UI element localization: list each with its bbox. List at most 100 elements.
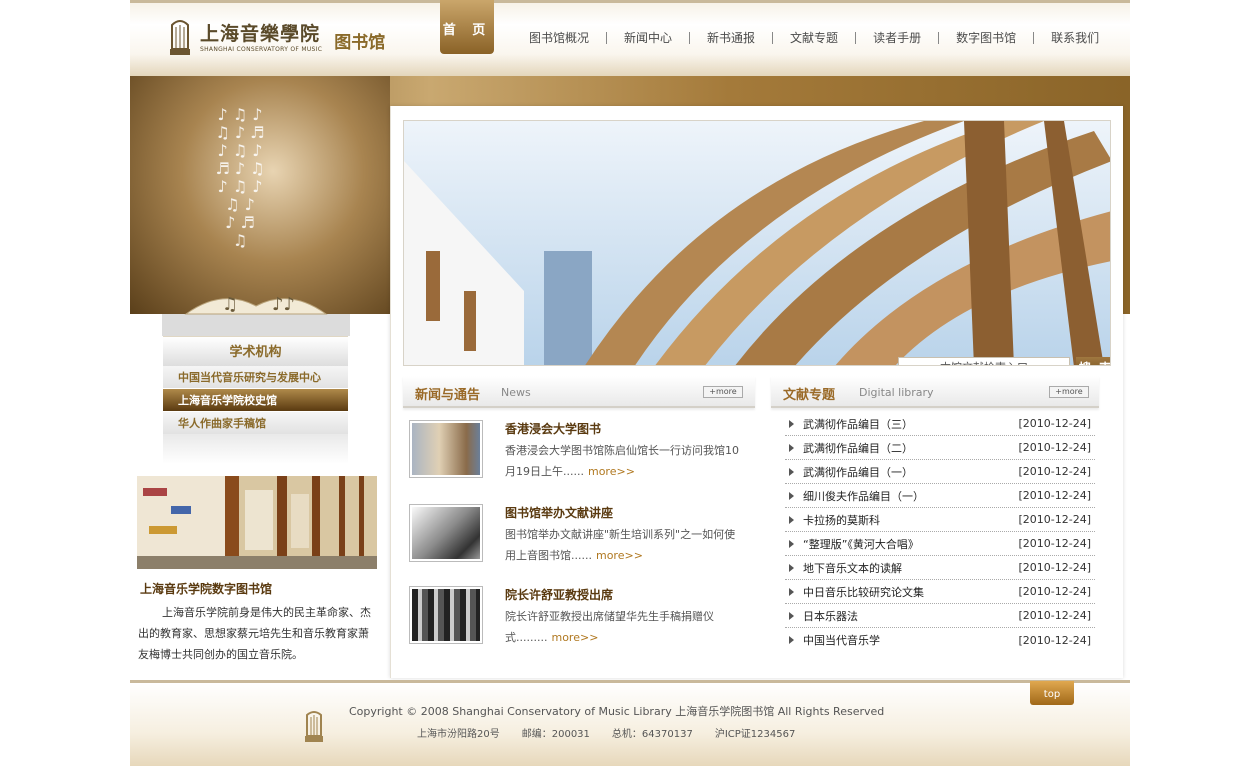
triangle-bullet-icon [789, 419, 794, 428]
side-item-history-museum[interactable]: 上海音乐学院校史馆 [163, 389, 348, 412]
docs-list: 武满彻作品编目（三） [2010-12-24] 武满彻作品编目（二） [2010-1… [785, 412, 1095, 652]
news-title[interactable]: 香港浸会大学图书 [505, 420, 601, 437]
docs-more-button[interactable]: +more [1049, 386, 1089, 398]
news-summary: 香港浸会大学图书馆陈启仙馆长一行访问我馆10月19日上午...... more>> [505, 440, 741, 482]
list-item[interactable]: 中国当代音乐学 [2010-12-24] [785, 628, 1095, 652]
nav-item-new-books[interactable]: 新书通报 [690, 29, 772, 46]
page-wrapper: 上海音樂學院 SHANGHAI CONSERVATORY OF MUSIC 图书… [130, 0, 1130, 766]
doc-title[interactable]: 中日音乐比较研究论文集 [803, 584, 1018, 600]
lyre-emblem-icon [305, 711, 323, 742]
doc-date: [2010-12-24] [1018, 513, 1091, 526]
triangle-bullet-icon [789, 636, 794, 644]
news-thumbnail[interactable] [409, 586, 483, 644]
list-item[interactable]: 武满彻作品编目（一） [2010-12-24] [785, 460, 1095, 484]
docs-section-title: 文献专题 [783, 388, 836, 403]
triangle-bullet-icon [789, 611, 794, 620]
news-item[interactable]: 香港浸会大学图书 香港浸会大学图书馆陈启仙馆长一行访问我馆10月19日上午...… [409, 420, 739, 482]
doc-title[interactable]: “整理版”《黄河大合唱》 [803, 536, 1018, 552]
header: 上海音樂學院 SHANGHAI CONSERVATORY OF MUSIC 图书… [130, 0, 1130, 76]
nav-item-topics[interactable]: 文献专题 [773, 29, 855, 46]
list-item[interactable]: 细川俊夫作品编目（一） [2010-12-24] [785, 484, 1095, 508]
nav-item-overview[interactable]: 图书馆概况 [512, 29, 606, 46]
violin-art-image: ♪ ♫ ♪ ♫ ♪ ♬ ♪ ♫ ♪ ♬ ♪ ♫ ♪ ♫ ♪ ♫ ♪ ♪ ♬ ♫ [130, 76, 390, 314]
digital-library-title[interactable]: 上海音乐学院数字图书馆 [140, 580, 272, 597]
list-item[interactable]: 日本乐器法 [2010-12-24] [785, 604, 1095, 628]
triangle-bullet-icon [789, 443, 794, 452]
phone-text: 总机：64370137 [611, 729, 693, 740]
bookshelf-image [137, 476, 377, 569]
triangle-bullet-icon [789, 539, 794, 548]
list-item[interactable]: 地下音乐文本的读解 [2010-12-24] [785, 556, 1095, 580]
doc-title[interactable]: 中国当代音乐学 [803, 632, 1018, 648]
library-building-photo [404, 121, 1110, 365]
address-line: 上海市汾阳路20号 邮编：200031 总机：64370137 沪ICP证123… [417, 725, 795, 740]
news-thumbnail[interactable] [409, 420, 483, 478]
news-more-link[interactable]: more>> [551, 631, 598, 644]
doc-title[interactable]: 地下音乐文本的读解 [803, 560, 1018, 576]
side-menu-footer [163, 434, 348, 464]
postcode-text: 邮编：200031 [521, 729, 590, 740]
side-menu-title: 学术机构 [163, 336, 348, 366]
icp-text: 沪ICP证1234567 [714, 729, 796, 740]
doc-date: [2010-12-24] [1018, 609, 1091, 622]
search-button[interactable]: 搜 索 [1076, 357, 1110, 365]
news-more-button[interactable]: +more [703, 386, 743, 398]
doc-date: [2010-12-24] [1018, 417, 1091, 430]
nav-item-news[interactable]: 新闻中心 [607, 29, 689, 46]
news-section-title: 新闻与通告 [415, 388, 481, 403]
doc-title[interactable]: 细川俊夫作品编目（一） [803, 488, 1018, 504]
copyright-text: Copyright © 2008 Shanghai Conservatory o… [349, 705, 885, 718]
doc-title[interactable]: 武满彻作品编目（一） [803, 464, 1018, 480]
doc-title[interactable]: 卡拉扬的莫斯科 [803, 512, 1018, 528]
doc-date: [2010-12-24] [1018, 585, 1091, 598]
logo-english-name: SHANGHAI CONSERVATORY OF MUSIC [200, 45, 323, 53]
logo[interactable]: 上海音樂學院 SHANGHAI CONSERVATORY OF MUSIC 图书… [166, 17, 385, 59]
side-item-composer-manuscripts[interactable]: 华人作曲家手稿馆 [163, 412, 348, 435]
doc-title[interactable]: 日本乐器法 [803, 608, 1018, 624]
news-item[interactable]: 院长许舒亚教授出席 院长许舒亚教授出席储望华先生手稿捐赠仪式......... m… [409, 586, 739, 648]
triangle-bullet-icon [789, 563, 794, 572]
doc-date: [2010-12-24] [1018, 561, 1091, 574]
news-title[interactable]: 图书馆举办文献讲座 [505, 504, 613, 521]
list-item[interactable]: “整理版”《黄河大合唱》 [2010-12-24] [785, 532, 1095, 556]
nav-item-digital-library[interactable]: 数字图书馆 [939, 29, 1033, 46]
triangle-bullet-icon [789, 515, 794, 524]
triangle-bullet-icon [789, 467, 794, 476]
address-text: 上海市汾阳路20号 [417, 729, 500, 740]
main-panel: 本馆文献检索入口 搜 索 新闻与通告 News +more 香港浸会大学图书 香… [390, 106, 1123, 678]
doc-date: [2010-12-24] [1018, 489, 1091, 502]
list-item[interactable]: 武满彻作品编目（二） [2010-12-24] [785, 436, 1095, 460]
nav-item-reader-guide[interactable]: 读者手册 [856, 29, 938, 46]
nav-item-contact[interactable]: 联系我们 [1034, 29, 1116, 46]
search-input[interactable]: 本馆文献检索入口 [898, 357, 1070, 365]
nav-home-tab[interactable]: 首 页 [440, 0, 494, 54]
main-nav: 图书馆概况 新闻中心 新书通报 文献专题 读者手册 数字图书馆 联系我们 [512, 29, 1116, 46]
news-more-link[interactable]: more>> [588, 465, 635, 478]
docs-section-subtitle: Digital library [859, 386, 934, 399]
news-item[interactable]: 图书馆举办文献讲座 图书馆举办文献讲座"新生培训系列"之一如何使用上音图书馆..… [409, 504, 739, 566]
news-summary: 图书馆举办文献讲座"新生培训系列"之一如何使用上音图书馆...... more>> [505, 524, 741, 566]
side-item-music-research-center[interactable]: 中国当代音乐研究与发展中心 [163, 366, 348, 389]
news-summary-text: 院长许舒亚教授出席储望华先生手稿捐赠仪式......... [505, 610, 714, 644]
logo-library-label: 图书馆 [334, 32, 386, 53]
music-notes-icon: ♪ ♫ ♪ ♫ ♪ ♬ ♪ ♫ ♪ ♬ ♪ ♫ ♪ ♫ ♪ ♫ ♪ ♪ ♬ ♫ [215, 105, 265, 250]
list-item[interactable]: 卡拉扬的莫斯科 [2010-12-24] [785, 508, 1095, 532]
doc-title[interactable]: 武满彻作品编目（三） [803, 416, 1018, 432]
list-item[interactable]: 武满彻作品编目（三） [2010-12-24] [785, 412, 1095, 436]
hero-image: 本馆文献检索入口 搜 索 [403, 120, 1111, 366]
doc-date: [2010-12-24] [1018, 537, 1091, 550]
back-to-top-button[interactable]: top [1030, 681, 1074, 705]
digital-library-intro: 上海音乐学院前身是伟大的民主革命家、杰出的教育家、思想家蔡元培先生和音乐教育家萧… [138, 606, 371, 661]
news-section-subtitle: News [501, 386, 531, 399]
svg-text:♫: ♫ [222, 294, 238, 315]
news-thumbnail[interactable] [409, 504, 483, 562]
news-title[interactable]: 院长许舒亚教授出席 [505, 586, 613, 603]
svg-text:♪♪: ♪♪ [272, 294, 295, 315]
open-book-icon: ♫ ♪♪ [162, 294, 350, 336]
news-more-link[interactable]: more>> [596, 549, 643, 562]
list-item[interactable]: 中日音乐比较研究论文集 [2010-12-24] [785, 580, 1095, 604]
doc-date: [2010-12-24] [1018, 633, 1091, 647]
doc-date: [2010-12-24] [1018, 441, 1091, 454]
doc-title[interactable]: 武满彻作品编目（二） [803, 440, 1018, 456]
logo-text: 上海音樂學院 SHANGHAI CONSERVATORY OF MUSIC [200, 24, 322, 53]
